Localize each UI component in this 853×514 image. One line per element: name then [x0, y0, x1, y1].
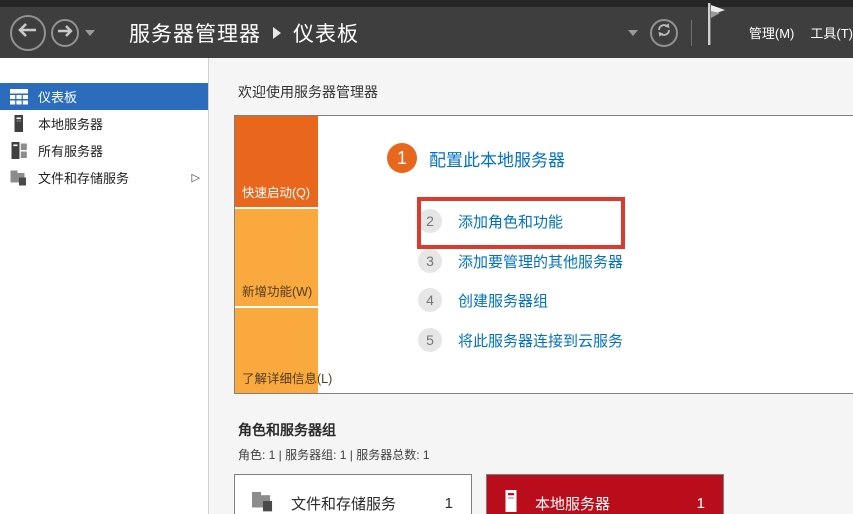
learn-more-label: 了解详细信息(L): [242, 372, 333, 386]
sidebar-item-label: 所有服务器: [38, 144, 104, 159]
breadcrumb: 仪表板: [293, 22, 359, 46]
breadcrumb-separator-icon: [273, 26, 281, 39]
step-create-server-group[interactable]: 4 创建服务器组: [418, 288, 548, 312]
local-server-icon: [503, 489, 519, 514]
back-button[interactable]: [10, 14, 46, 51]
step-add-other-servers[interactable]: 3 添加要管理的其他服务器: [418, 249, 623, 273]
forward-button[interactable]: [51, 18, 79, 47]
tile-local-server[interactable]: 本地服务器 1: [486, 474, 724, 514]
quick-start-tab[interactable]: 快速启动(Q): [235, 116, 318, 208]
file-storage-icon: [9, 169, 29, 186]
menu-manage[interactable]: 管理(M): [749, 23, 795, 42]
step-add-roles-features[interactable]: 2 添加角色和功能: [418, 209, 563, 233]
tile-count: 1: [444, 494, 453, 512]
sidebar-item-file-storage-services[interactable]: 文件和存储服务 ▷: [0, 164, 208, 191]
step-configure-local-server[interactable]: 1 配置此本地服务器: [387, 143, 565, 173]
quick-start-label: 快速启动(Q): [242, 186, 311, 201]
all-servers-icon: [9, 142, 29, 159]
refresh-icon: [656, 22, 672, 43]
local-server-icon: [9, 115, 29, 132]
step-connect-cloud-services[interactable]: 5 将此服务器连接到云服务: [418, 328, 623, 352]
learn-more-tab[interactable]: 了解详细信息(L): [235, 307, 332, 393]
add-roles-features-link[interactable]: 添加角色和功能: [458, 211, 563, 232]
whats-new-tab[interactable]: 新增功能(W): [235, 209, 318, 306]
tile-count: 1: [696, 494, 705, 512]
welcome-heading: 欢迎使用服务器管理器: [238, 84, 378, 100]
sidebar-item-label: 本地服务器: [38, 117, 104, 132]
roles-stats-line: 角色: 1 | 服务器组: 1 | 服务器总数: 1: [238, 448, 430, 462]
role-tiles-row: 文件和存储服务 1 本地服务器 1: [234, 474, 853, 514]
quick-start-column: 快速启动(Q) 新增功能(W) 了解详细信息(L): [235, 116, 332, 393]
sidebar-item-dashboard[interactable]: 仪表板: [0, 83, 208, 110]
sidebar-item-label: 仪表板: [38, 90, 78, 105]
notification-flag-icon[interactable]: [705, 1, 727, 52]
add-other-servers-link[interactable]: 添加要管理的其他服务器: [458, 251, 623, 272]
main-content: 欢迎使用服务器管理器 快速启动(Q) 新增功能(W) 了解详细信息(L) 1 配…: [210, 58, 853, 514]
app-title: 服务器管理器: [129, 22, 261, 46]
arrow-right-icon: [57, 24, 73, 42]
sidebar-item-all-servers[interactable]: 所有服务器: [0, 137, 208, 164]
sidebar-item-label: 文件和存储服务: [38, 171, 130, 186]
toolbar-divider: [690, 19, 692, 46]
welcome-tile-panel: 快速启动(Q) 新增功能(W) 了解详细信息(L) 1 配置此本地服务器 2 添…: [234, 115, 853, 394]
whats-new-label: 新增功能(W): [242, 284, 313, 299]
step-number-badge: 4: [418, 288, 442, 312]
step-number-badge: 1: [387, 143, 417, 173]
sidebar-item-local-server[interactable]: 本地服务器: [0, 110, 208, 137]
sidebar: 仪表板 本地服务器 所有服务器 文件和存储服务 ▷: [0, 58, 209, 514]
dashboard-icon: [9, 88, 29, 105]
roles-section-heading: 角色和服务器组: [238, 422, 336, 438]
menu-tools[interactable]: 工具(T): [810, 23, 853, 42]
arrow-left-icon: [18, 23, 38, 42]
title-bar: 服务器管理器 仪表板 管理(M) 工具(T): [0, 0, 853, 58]
step-number-badge: 3: [418, 249, 442, 273]
configure-local-server-link[interactable]: 配置此本地服务器: [429, 146, 565, 171]
create-server-group-link[interactable]: 创建服务器组: [458, 290, 548, 311]
tile-label: 本地服务器: [535, 495, 611, 513]
file-storage-icon: [251, 490, 275, 514]
tile-label: 文件和存储服务: [291, 495, 397, 513]
expand-arrow-icon[interactable]: ▷: [192, 171, 200, 184]
nav-history-dropdown-icon[interactable]: [85, 29, 95, 36]
tile-file-storage-services[interactable]: 文件和存储服务 1: [234, 474, 472, 514]
step-number-badge: 5: [418, 328, 442, 352]
notifications-dropdown-icon[interactable]: [627, 29, 638, 36]
connect-cloud-services-link[interactable]: 将此服务器连接到云服务: [458, 330, 623, 351]
refresh-button[interactable]: [649, 18, 678, 47]
step-number-badge: 2: [418, 209, 442, 233]
